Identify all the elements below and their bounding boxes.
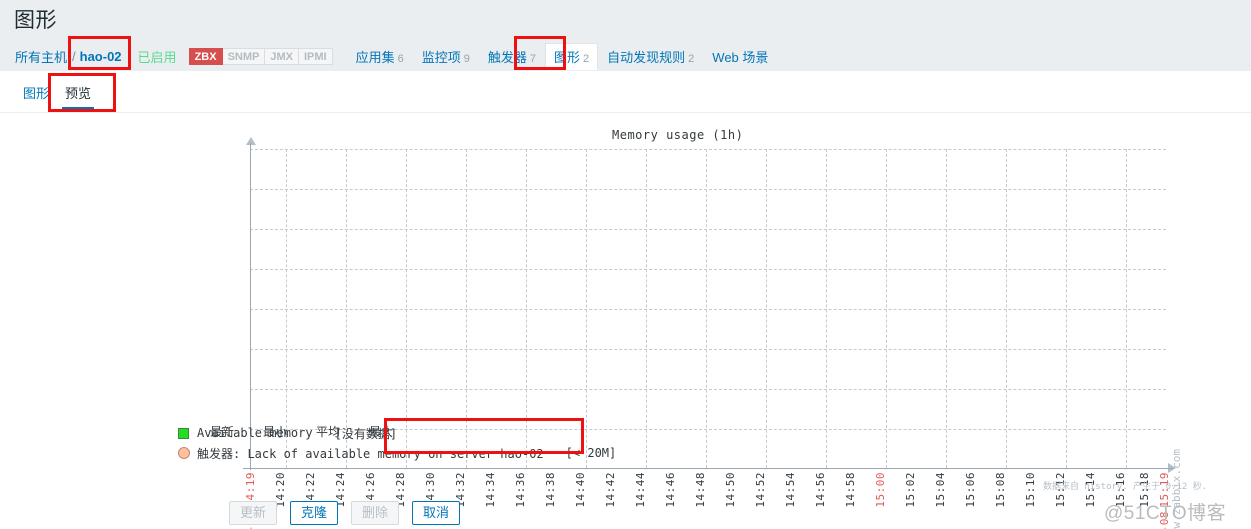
badge-ipmi[interactable]: IPMI bbox=[298, 47, 333, 65]
x-tick-label: 15:10 bbox=[1024, 472, 1037, 508]
delete-button[interactable]: 删除 bbox=[351, 501, 400, 525]
x-tick-label: 15:06 bbox=[964, 472, 977, 508]
update-button[interactable]: 更新 bbox=[229, 501, 278, 525]
x-tick-label: 14:44 bbox=[634, 472, 647, 508]
legend-item-note: [< 20M] bbox=[565, 446, 617, 460]
gridline-v bbox=[1066, 149, 1067, 468]
legend-trigger-circle-icon bbox=[178, 447, 190, 459]
gridline-h bbox=[250, 269, 1166, 270]
legend-item: 触发器: Lack of available memory on server … bbox=[178, 443, 616, 463]
x-tick-label: 15:02 bbox=[904, 472, 917, 508]
x-axis-line bbox=[243, 468, 1173, 469]
object-tab-graphs-label: 图形 bbox=[554, 49, 581, 65]
gridline-v bbox=[646, 149, 647, 468]
object-tab-items[interactable]: 监控项 9 bbox=[413, 43, 479, 70]
object-tab-discovery[interactable]: 自动发现规则 2 bbox=[598, 43, 703, 70]
x-tick-label: 14:38 bbox=[544, 472, 557, 508]
breadcrumb-all-hosts[interactable]: 所有主机 bbox=[14, 47, 68, 66]
tab-graph[interactable]: 图形 bbox=[20, 79, 52, 111]
object-tab-discovery-label: 自动发现规则 bbox=[607, 49, 686, 65]
gridline-v bbox=[826, 149, 827, 468]
badge-jmx[interactable]: JMX bbox=[265, 47, 299, 65]
object-tab-graphs[interactable]: 图形 2 bbox=[545, 42, 599, 70]
gridline-v bbox=[406, 149, 407, 468]
object-tab-applications[interactable]: 应用集 6 bbox=[347, 43, 413, 70]
interface-badges: ZBX SNMP JMX IPMI bbox=[188, 47, 333, 65]
form-actions: 更新 克隆 删除 取消 bbox=[229, 501, 461, 525]
header-band: 图形 所有主机 / hao-02 已启用 ZBX SNMP JMX IPMI 应… bbox=[0, 0, 1251, 71]
breadcrumb-host[interactable]: hao-02 bbox=[80, 49, 122, 64]
subtab-bar: 图形 预览 bbox=[0, 71, 1251, 113]
site-watermark: @51CTO博客 bbox=[1104, 503, 1227, 524]
chart-plot-area bbox=[250, 149, 1166, 469]
gridline-v bbox=[346, 149, 347, 468]
object-tab-items-label: 监控项 bbox=[421, 49, 461, 65]
chart-legend: Available memory [没有数据] 触发器: Lack of ava… bbox=[178, 423, 616, 463]
legend-color-square-icon bbox=[178, 427, 189, 439]
x-tick-label: 14:42 bbox=[604, 472, 617, 508]
gridline-v bbox=[706, 149, 707, 468]
legend-item: Available memory [没有数据] bbox=[178, 423, 616, 443]
x-tick-label: 14:56 bbox=[814, 472, 827, 508]
x-tick-label: 14:52 bbox=[754, 472, 767, 508]
gridline-v bbox=[586, 149, 587, 468]
x-tick-label: 15:08 bbox=[994, 472, 1007, 508]
x-tick-label: 14:46 bbox=[664, 472, 677, 508]
object-tab-triggers[interactable]: 触发器 7 bbox=[479, 43, 545, 70]
graph-source-note: 数据来自 history. 产生于 0.12 秒. bbox=[1043, 482, 1208, 492]
x-tick-label: 15:04 bbox=[934, 472, 947, 508]
object-tab-applications-count: 6 bbox=[397, 52, 404, 65]
legend-item-note: [没有数据] bbox=[334, 426, 398, 441]
object-tab-items-count: 9 bbox=[463, 52, 470, 65]
object-nav: 所有主机 / hao-02 已启用 ZBX SNMP JMX IPMI 应用集 6… bbox=[14, 41, 777, 71]
x-tick-label: 14:40 bbox=[574, 472, 587, 508]
gridline-h bbox=[250, 389, 1166, 390]
x-tick-label-hour: 15:00 bbox=[874, 472, 887, 508]
chart-title: Memory usage (1h) bbox=[612, 128, 744, 142]
gridline-h bbox=[250, 149, 1166, 150]
object-tab-discovery-count: 2 bbox=[688, 52, 695, 65]
x-tick-label: 14:54 bbox=[784, 472, 797, 508]
page-title: 图形 bbox=[14, 9, 57, 32]
tab-active-underline bbox=[62, 107, 95, 111]
object-tab-applications-label: 应用集 bbox=[355, 49, 395, 65]
object-tab-web-label: Web 场景 bbox=[712, 49, 769, 65]
object-tab-web[interactable]: Web 场景 bbox=[703, 43, 777, 70]
object-tab-graphs-count: 2 bbox=[583, 52, 590, 65]
clone-button[interactable]: 克隆 bbox=[290, 501, 339, 525]
gridline-v bbox=[466, 149, 467, 468]
x-tick-label: 14:48 bbox=[694, 472, 707, 508]
page-root: 图形 所有主机 / hao-02 已启用 ZBX SNMP JMX IPMI 应… bbox=[0, 0, 1251, 529]
gridline-v bbox=[1006, 149, 1007, 468]
legend-item-name: 触发器: Lack of available memory on server … bbox=[197, 446, 544, 461]
cancel-button[interactable]: 取消 bbox=[412, 501, 461, 525]
x-tick-label: 14:50 bbox=[724, 472, 737, 508]
object-tab-triggers-count: 7 bbox=[529, 52, 537, 65]
breadcrumb-separator: / bbox=[72, 48, 76, 64]
gridline-v bbox=[526, 149, 527, 468]
badge-snmp[interactable]: SNMP bbox=[222, 47, 266, 65]
x-tick-label: 14:34 bbox=[484, 472, 497, 508]
x-tick-label: 14:58 bbox=[844, 472, 857, 508]
gridline-h bbox=[250, 189, 1166, 190]
gridline-v bbox=[1126, 149, 1127, 468]
badge-zbx[interactable]: ZBX bbox=[188, 47, 223, 65]
gridline-h bbox=[250, 349, 1166, 350]
object-tabs: 应用集 6 监控项 9 触发器 7 图形 2 自动发现规则 2 Web 场景 bbox=[347, 42, 778, 70]
y-axis-line bbox=[250, 143, 251, 470]
tab-preview-label: 预览 bbox=[65, 86, 92, 101]
legend-item-name: Available memory bbox=[197, 426, 313, 440]
gridline-v bbox=[886, 149, 887, 468]
object-tab-triggers-label: 触发器 bbox=[487, 49, 527, 65]
gridline-h bbox=[250, 229, 1166, 230]
host-status: 已启用 bbox=[137, 49, 177, 65]
gridline-h bbox=[250, 309, 1166, 310]
graph-preview: Memory usage (1h) 14:19 14:20 14:22 14:2… bbox=[0, 113, 1251, 529]
y-axis-arrow-icon bbox=[246, 137, 256, 145]
gridline-v bbox=[286, 149, 287, 468]
gridline-v bbox=[766, 149, 767, 468]
gridline-v bbox=[946, 149, 947, 468]
x-tick-label: 14:36 bbox=[514, 472, 527, 508]
tab-preview[interactable]: 预览 bbox=[62, 79, 95, 111]
